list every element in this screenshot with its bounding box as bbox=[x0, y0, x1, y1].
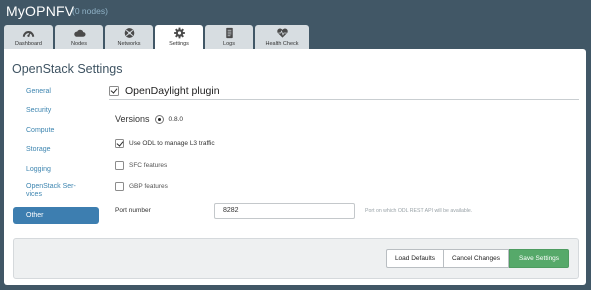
settings-panel: OpenStack Settings General Security Comp… bbox=[4, 49, 586, 285]
network-icon bbox=[124, 28, 134, 38]
sfc-checkbox[interactable] bbox=[115, 161, 124, 170]
sidebar-item-storage[interactable]: Storage bbox=[13, 141, 99, 158]
odl-l3-label: Use ODL to manage L3 traffic bbox=[129, 140, 215, 147]
settings-sidebar: General Security Compute Storage Logging… bbox=[13, 83, 99, 226]
option-gbp: GBP features bbox=[115, 182, 168, 191]
sidebar-item-general[interactable]: General bbox=[13, 83, 99, 100]
version-value: 0.8.0 bbox=[168, 115, 183, 123]
sidebar-item-compute[interactable]: Compute bbox=[13, 122, 99, 139]
logs-icon bbox=[225, 27, 233, 39]
sidebar-item-security[interactable]: Security bbox=[13, 102, 99, 119]
sidebar-item-other[interactable]: Other bbox=[13, 206, 99, 224]
settings-footer: Load Defaults Cancel Changes Save Settin… bbox=[13, 238, 579, 279]
tab-health-check[interactable]: Health Check bbox=[255, 25, 309, 49]
load-defaults-button[interactable]: Load Defaults bbox=[386, 249, 444, 268]
port-number-label: Port number bbox=[115, 207, 151, 214]
tab-label: Dashboard bbox=[15, 41, 42, 47]
port-number-help: Port on which ODL REST API will be avail… bbox=[365, 208, 473, 214]
main-tabs: Dashboard Nodes Networks Settings Logs H… bbox=[4, 25, 311, 50]
plugin-title: OpenDaylight plugin bbox=[125, 84, 220, 97]
tab-label: Logs bbox=[223, 41, 235, 47]
heart-icon bbox=[276, 28, 288, 38]
option-odl-l3: Use ODL to manage L3 traffic bbox=[115, 139, 215, 148]
environment-title: MyOPNFV bbox=[6, 3, 75, 19]
tab-label: Health Check bbox=[265, 41, 299, 47]
odl-l3-checkbox[interactable] bbox=[115, 139, 124, 148]
tab-nodes[interactable]: Nodes bbox=[55, 25, 103, 49]
tab-networks[interactable]: Networks bbox=[105, 25, 153, 49]
gear-icon bbox=[173, 27, 185, 39]
tab-label: Nodes bbox=[71, 41, 87, 47]
versions-label: Versions bbox=[115, 114, 150, 124]
versions-row: Versions 0.8.0 bbox=[115, 114, 183, 124]
plugin-section-header: OpenDaylight plugin bbox=[109, 82, 579, 100]
port-number-input[interactable]: 8282 bbox=[214, 203, 355, 219]
plugin-enable-checkbox[interactable] bbox=[109, 85, 119, 96]
tab-logs[interactable]: Logs bbox=[205, 25, 253, 49]
sidebar-item-openstack-services[interactable]: OpenStack Ser- vices bbox=[13, 180, 99, 204]
save-settings-button[interactable]: Save Settings bbox=[509, 249, 569, 268]
cancel-changes-button[interactable]: Cancel Changes bbox=[444, 249, 509, 268]
version-radio[interactable] bbox=[154, 114, 164, 124]
environment-node-count: (0 nodes) bbox=[72, 6, 108, 16]
page-title: OpenStack Settings bbox=[12, 62, 123, 76]
option-sfc: SFC features bbox=[115, 161, 167, 170]
tab-label: Networks bbox=[117, 41, 141, 47]
tab-label: Settings bbox=[169, 41, 189, 47]
gbp-label: GBP features bbox=[129, 183, 168, 190]
dashboard-icon bbox=[22, 31, 35, 37]
sfc-label: SFC features bbox=[129, 162, 168, 169]
sidebar-item-logging[interactable]: Logging bbox=[13, 161, 99, 178]
cloud-icon bbox=[73, 29, 86, 37]
gbp-checkbox[interactable] bbox=[115, 182, 124, 191]
tab-settings[interactable]: Settings bbox=[155, 25, 203, 50]
tab-dashboard[interactable]: Dashboard bbox=[4, 25, 53, 49]
